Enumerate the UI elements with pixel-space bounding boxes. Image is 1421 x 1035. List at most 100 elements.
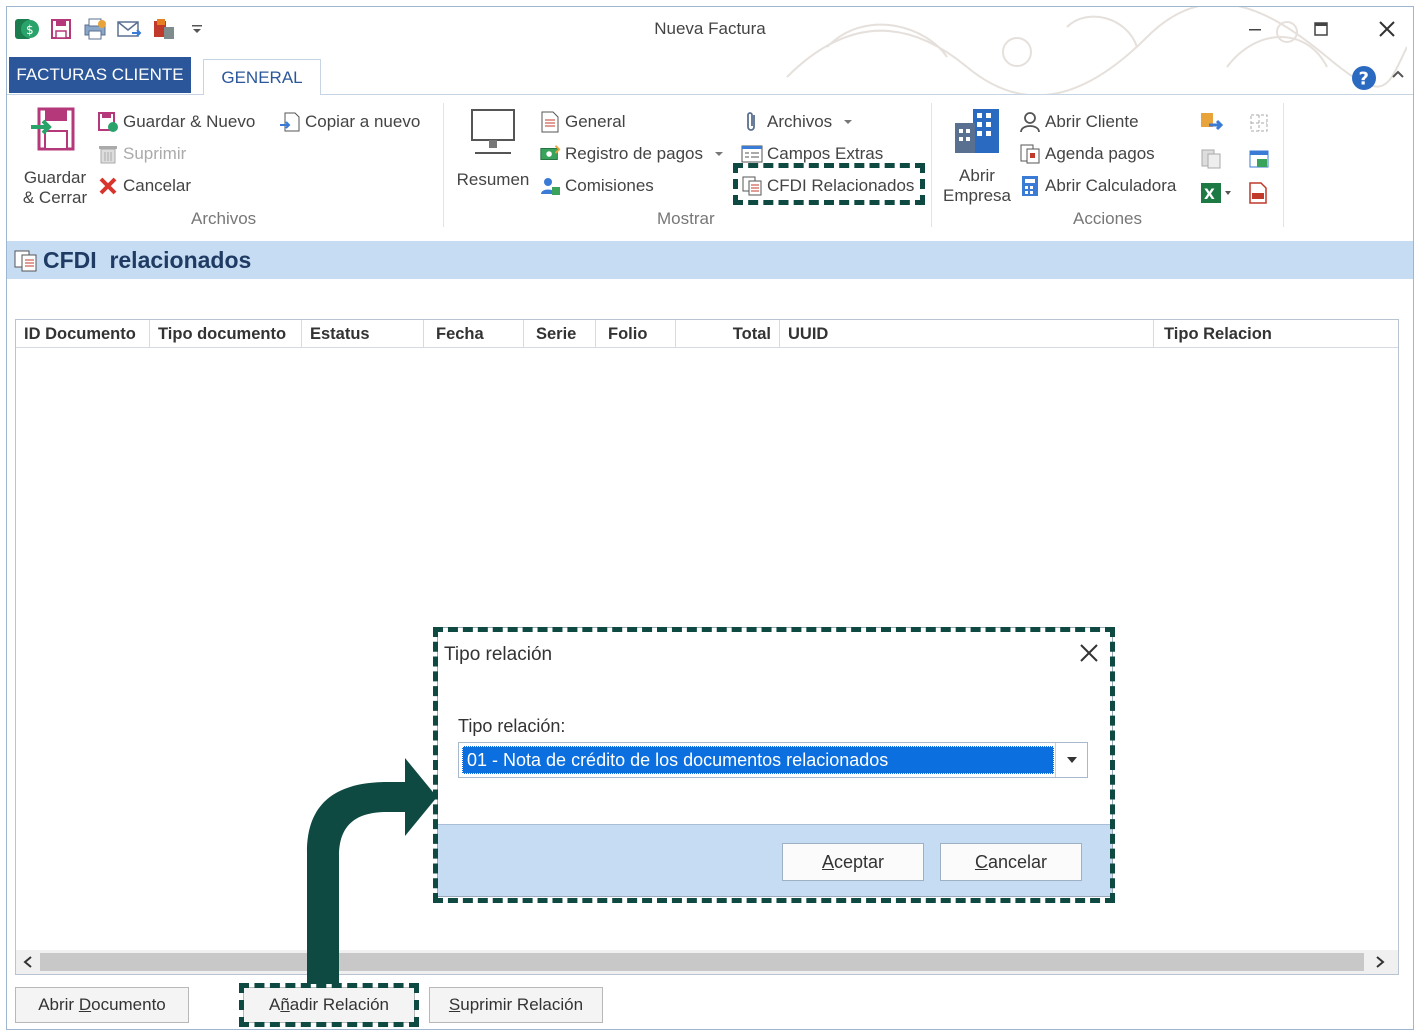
suprimir-relacion-button[interactable]: Suprimir Relación: [429, 987, 603, 1023]
registro-pagos-label: Registro de pagos: [565, 144, 703, 163]
abrir-empresa-label-2: Empresa: [942, 186, 1012, 205]
agenda-pagos-button[interactable]: Agenda pagos: [1019, 143, 1155, 165]
cancelar-accel: C: [974, 851, 988, 872]
paperclip-icon: [741, 111, 763, 133]
abrir-calculadora-button[interactable]: Abrir Calculadora: [1019, 175, 1176, 197]
group-divider: [443, 103, 444, 227]
tipo-relacion-selected-value[interactable]: 01 - Nota de crédito de los documentos r…: [462, 746, 1054, 774]
archivos-label: Archivos: [767, 112, 833, 131]
abrir-documento-button[interactable]: Abrir Documento: [15, 987, 189, 1023]
guardar-cerrar-label-1: Guardar: [23, 168, 87, 187]
group-divider: [931, 103, 932, 227]
dropdown-arrow-icon[interactable]: [1055, 743, 1087, 777]
general-button[interactable]: General: [539, 111, 625, 133]
aceptar-button[interactable]: Aceptar: [782, 843, 924, 881]
guardar-cerrar-button[interactable]: Guardar & Cerrar: [15, 105, 95, 208]
anadir-relacion-accel: ñ: [280, 995, 290, 1014]
excel-icon[interactable]: X: [1199, 181, 1233, 205]
archivos-group-label: Archivos: [191, 209, 257, 228]
suprimir-button[interactable]: Suprimir: [97, 143, 186, 165]
suprimir-relacion-accel: S: [448, 995, 461, 1014]
column-folio[interactable]: Folio: [596, 320, 676, 348]
calendar-icon: [1019, 143, 1041, 165]
transfer-icon[interactable]: [1199, 111, 1225, 135]
app-window: $ Nueva Factura FACTURAS CLIENTE GENERAL…: [6, 6, 1414, 1030]
related-documents-icon: [13, 249, 39, 278]
cfdi-relacionados-button[interactable]: CFDI Relacionados: [741, 175, 914, 197]
anadir-relacion-button[interactable]: Añ adir Relación: [243, 987, 415, 1023]
column-serie[interactable]: Serie: [524, 320, 596, 348]
aceptar-accel: A: [821, 851, 834, 872]
copy-new-icon: [279, 111, 301, 133]
related-documents-icon: [741, 175, 763, 197]
column-uuid[interactable]: UUID: [780, 320, 1154, 348]
column-fecha[interactable]: Fecha: [424, 320, 524, 348]
abrir-documento-accel: D: [78, 995, 92, 1014]
horizontal-scrollbar[interactable]: [16, 950, 1398, 974]
abrir-empresa-label-1: Abrir: [959, 166, 995, 185]
grid-header: ID Documento Tipo documento Estatus Fech…: [16, 320, 1398, 348]
column-estatus[interactable]: Estatus: [302, 320, 424, 348]
agenda-pagos-label: Agenda pagos: [1045, 144, 1155, 163]
tab-facturas-cliente[interactable]: FACTURAS CLIENTE: [9, 57, 191, 93]
copiar-nuevo-button[interactable]: Copiar a nuevo: [279, 111, 420, 133]
minimize-icon[interactable]: [1239, 15, 1271, 43]
abrir-cliente-label: Abrir Cliente: [1045, 112, 1139, 131]
scroll-right-icon[interactable]: [1368, 950, 1392, 974]
help-icon[interactable]: ?: [1351, 65, 1377, 96]
scroll-left-icon[interactable]: [16, 950, 40, 974]
comisiones-label: Comisiones: [565, 176, 654, 195]
resumen-button[interactable]: Resumen: [453, 107, 533, 190]
tab-general[interactable]: GENERAL: [203, 59, 321, 96]
collapse-ribbon-icon[interactable]: [1391, 67, 1405, 85]
cancelar-dialog-button[interactable]: Cancelar: [940, 843, 1082, 881]
ribbon: Guardar & Cerrar Guardar & Nuevo Copiar …: [7, 95, 1413, 241]
mostrar-group-label: Mostrar: [657, 209, 715, 228]
section-header: CFDI relacionados: [7, 241, 1413, 279]
column-total[interactable]: Total: [676, 320, 780, 348]
registro-pagos-button[interactable]: Registro de pagos: [539, 143, 725, 165]
grid-select-icon[interactable]: [1247, 111, 1271, 135]
copiar-nuevo-label: Copiar a nuevo: [305, 112, 421, 131]
building-icon: [955, 109, 999, 153]
dialog-close-icon[interactable]: [1078, 642, 1100, 669]
archivos-button[interactable]: Archivos: [741, 111, 854, 133]
window-title: Nueva Factura: [654, 19, 766, 38]
maximize-icon[interactable]: [1305, 15, 1337, 43]
acciones-group-label: Acciones: [1073, 209, 1142, 228]
title-bar: $ Nueva Factura: [7, 7, 1413, 97]
tipo-relacion-select[interactable]: 01 - Nota de crédito de los documentos r…: [458, 742, 1088, 778]
suprimir-relacion-label: uprimir Relación: [460, 995, 584, 1014]
column-id-documento[interactable]: ID Documento: [16, 320, 150, 348]
monitor-icon: [471, 109, 515, 154]
campos-extras-button[interactable]: Campos Extras: [741, 143, 883, 165]
ribbon-tabs: FACTURAS CLIENTE GENERAL ?: [7, 55, 1413, 96]
cancelar-button[interactable]: Cancelar: [97, 175, 191, 197]
guardar-nuevo-button[interactable]: Guardar & Nuevo: [97, 111, 255, 133]
column-tipo-relacion[interactable]: Tipo Relacion: [1154, 320, 1398, 348]
cfdi-relacionados-label: CFDI Relacionados: [767, 176, 915, 195]
guardar-nuevo-label: Guardar & Nuevo: [123, 112, 256, 131]
scrollbar-thumb[interactable]: [40, 953, 1364, 971]
save-close-icon: [31, 107, 75, 151]
user-icon: [1019, 111, 1041, 133]
spreadsheet-icon[interactable]: [1247, 147, 1271, 171]
window-controls: [1239, 15, 1403, 43]
column-tipo-documento[interactable]: Tipo documento: [150, 320, 302, 348]
pdf-icon[interactable]: [1247, 181, 1269, 205]
dialog-footer: Aceptar Cancelar: [438, 824, 1112, 896]
calculator-icon: [1019, 175, 1041, 197]
tipo-relacion-dialog: Tipo relación Tipo relación: 01 - Nota d…: [437, 627, 1113, 897]
section-title: CFDI relacionados: [43, 247, 252, 273]
resumen-label: Resumen: [456, 170, 530, 189]
comisiones-button[interactable]: Comisiones: [539, 175, 654, 197]
svg-text:?: ?: [1359, 69, 1369, 90]
abrir-cliente-button[interactable]: Abrir Cliente: [1019, 111, 1139, 133]
abrir-empresa-button[interactable]: Abrir Empresa: [937, 107, 1017, 206]
close-icon[interactable]: [1371, 15, 1403, 43]
abrir-documento-label-b: ocumento: [91, 995, 166, 1014]
campos-extras-label: Campos Extras: [767, 144, 884, 163]
documents-gray-icon[interactable]: [1199, 147, 1223, 171]
group-divider: [1283, 103, 1284, 227]
general-label: General: [565, 112, 626, 131]
